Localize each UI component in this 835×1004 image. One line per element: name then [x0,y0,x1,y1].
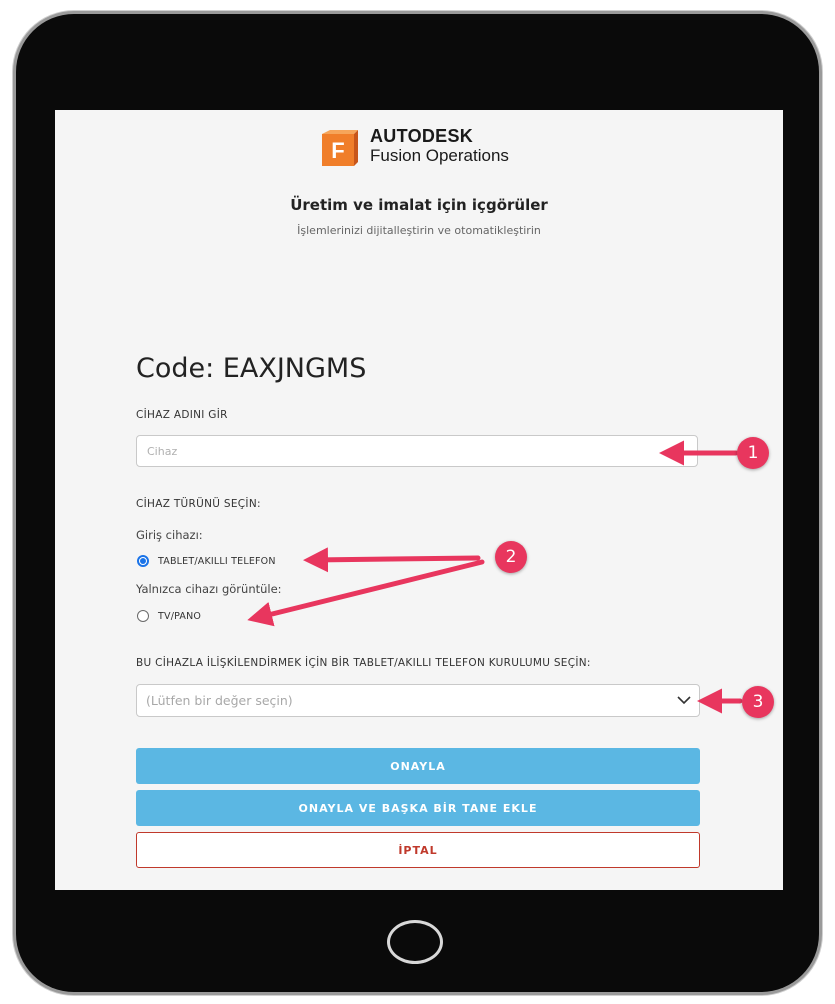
annotation-badge-2: 2 [495,541,527,573]
device-name-label: CİHAZ ADINI GİR [136,409,228,421]
cancel-button[interactable]: İPTAL [136,832,700,868]
radio-option-tablet[interactable]: TABLET/AKILLI TELEFON [137,553,276,569]
tablet-radio-label[interactable]: TABLET/AKILLI TELEFON [158,556,276,567]
logo-letter: F [331,138,344,163]
annotation-badge-1: 1 [737,437,769,469]
radio-option-tv[interactable]: TV/PANO [137,608,201,624]
brand-text: AUTODESK Fusion Operations [370,126,509,166]
tablet-radio-button[interactable] [137,555,149,567]
annotation-badge-3: 3 [742,686,774,718]
fusion-logo-icon: F [322,130,358,166]
chevron-down-icon[interactable] [677,695,691,705]
pairing-code: Code: EAXJNGMS [136,353,367,384]
confirm-and-add-button[interactable]: ONAYLA VE BAŞKA BİR TANE EKLE [136,790,700,826]
hero-subtitle: İşlemlerinizi dijitalleştirin ve otomati… [297,224,541,237]
input-device-label: Giriş cihazı: [136,528,203,542]
setup-select-label: BU CİHAZLA İLİŞKİLENDİRMEK İÇİN BİR TABL… [136,657,591,669]
setup-select[interactable]: (Lütfen bir değer seçin) [136,684,700,717]
display-only-label: Yalnızca cihazı görüntüle: [136,582,282,596]
hero-title: Üretim ve imalat için içgörüler [290,196,548,214]
app-screen: F AUTODESK Fusion Operations Üretim ve i… [55,110,783,890]
setup-select-placeholder: (Lütfen bir değer seçin) [146,693,293,708]
home-button[interactable] [387,920,443,964]
company-name: AUTODESK [370,126,474,146]
confirm-button[interactable]: ONAYLA [136,748,700,784]
tv-radio-label[interactable]: TV/PANO [158,611,201,622]
device-name-input[interactable] [136,435,698,467]
device-type-label: CİHAZ TÜRÜNÜ SEÇİN: [136,498,261,510]
product-name: Fusion Operations [370,146,509,165]
tv-radio-button[interactable] [137,610,149,622]
